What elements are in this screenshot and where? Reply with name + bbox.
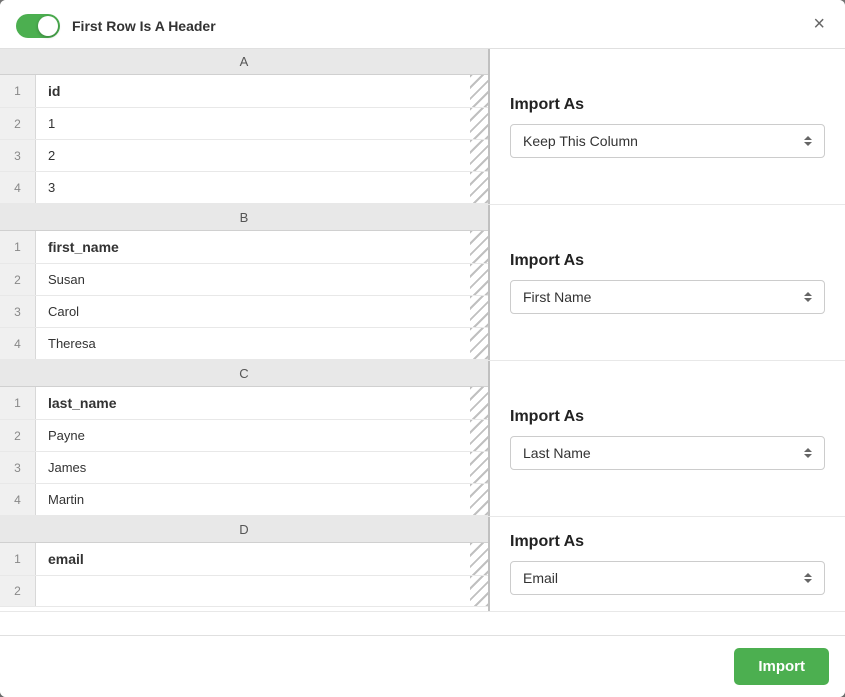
modal-body: A1id213243Import AsKeep This ColumnSkip … — [0, 49, 845, 635]
table-row: 2Susan — [0, 264, 488, 296]
import-side-C: Import As Keep This ColumnSkip This Colum… — [490, 361, 845, 516]
column-section-A: A1id213243Import AsKeep This ColumnSkip … — [0, 49, 845, 205]
import-select-D[interactable]: Keep This ColumnSkip This ColumnidFirst … — [510, 561, 825, 595]
zigzag-border — [470, 172, 488, 203]
cell-value: Martin — [36, 484, 470, 515]
table-row: 3James — [0, 452, 488, 484]
table-row: 1id — [0, 75, 488, 108]
table-row: 4Theresa — [0, 328, 488, 360]
zigzag-border — [470, 484, 488, 515]
zigzag-border — [470, 543, 488, 575]
zigzag-border — [470, 231, 488, 263]
table-row: 1first_name — [0, 231, 488, 264]
zigzag-border — [470, 108, 488, 139]
row-number: 2 — [0, 108, 36, 139]
zigzag-border — [470, 296, 488, 327]
import-as-label: Import As — [510, 96, 825, 114]
first-row-header-toggle[interactable] — [16, 14, 60, 38]
spreadsheet-col-C: C1last_name2Payne3James4Martin — [0, 361, 490, 516]
table-row: 32 — [0, 140, 488, 172]
spreadsheet-col-B: B1first_name2Susan3Carol4Theresa — [0, 205, 490, 360]
row-number: 2 — [0, 576, 36, 606]
import-select-C[interactable]: Keep This ColumnSkip This ColumnidFirst … — [510, 436, 825, 470]
row-number: 1 — [0, 543, 36, 575]
modal-header: First Row Is A Header × — [0, 0, 845, 49]
col-letter-C: C — [0, 361, 488, 387]
row-number: 4 — [0, 172, 36, 203]
spreadsheet-col-A: A1id213243 — [0, 49, 490, 204]
cell-value: Payne — [36, 420, 470, 451]
table-row: 43 — [0, 172, 488, 204]
zigzag-border — [470, 420, 488, 451]
zigzag-border — [470, 264, 488, 295]
row-number: 3 — [0, 452, 36, 483]
import-as-label: Import As — [510, 408, 825, 426]
row-number: 4 — [0, 484, 36, 515]
cell-value: Carol — [36, 296, 470, 327]
spreadsheet-col-D: D1email2 — [0, 517, 490, 611]
zigzag-border — [470, 387, 488, 419]
cell-value: id — [36, 75, 470, 107]
col-letter-B: B — [0, 205, 488, 231]
import-select-A[interactable]: Keep This ColumnSkip This ColumnidFirst … — [510, 124, 825, 158]
table-row: 2 — [0, 576, 488, 607]
row-number: 1 — [0, 231, 36, 263]
row-number: 3 — [0, 140, 36, 171]
table-row: 4Martin — [0, 484, 488, 516]
cell-value: 3 — [36, 172, 470, 203]
table-row: 1last_name — [0, 387, 488, 420]
zigzag-border — [470, 576, 488, 606]
table-row: 2Payne — [0, 420, 488, 452]
row-number: 3 — [0, 296, 36, 327]
row-number: 2 — [0, 420, 36, 451]
cell-value: 1 — [36, 108, 470, 139]
modal-overlay: First Row Is A Header × A1id213243Import… — [0, 0, 845, 697]
import-button[interactable]: Import — [734, 648, 829, 685]
import-select-B[interactable]: Keep This ColumnSkip This ColumnidFirst … — [510, 280, 825, 314]
cell-value: Theresa — [36, 328, 470, 359]
import-side-A: Import As Keep This ColumnSkip This Colum… — [490, 49, 845, 204]
cell-value: email — [36, 543, 470, 575]
table-row: 3Carol — [0, 296, 488, 328]
table-row: 1email — [0, 543, 488, 576]
modal-footer: Import — [0, 635, 845, 697]
import-modal: First Row Is A Header × A1id213243Import… — [0, 0, 845, 697]
import-side-D: Import As Keep This ColumnSkip This Colum… — [490, 517, 845, 611]
header-title: First Row Is A Header — [72, 18, 216, 34]
column-section-C: C1last_name2Payne3James4Martin Import As K… — [0, 361, 845, 517]
table-row: 21 — [0, 108, 488, 140]
cell-value — [36, 576, 470, 606]
cell-value: James — [36, 452, 470, 483]
cell-value: first_name — [36, 231, 470, 263]
zigzag-border — [470, 75, 488, 107]
close-button[interactable]: × — [807, 12, 831, 36]
zigzag-border — [470, 452, 488, 483]
zigzag-border — [470, 328, 488, 359]
row-number: 4 — [0, 328, 36, 359]
cell-value: last_name — [36, 387, 470, 419]
row-number: 1 — [0, 75, 36, 107]
row-number: 1 — [0, 387, 36, 419]
column-section-B: B1first_name2Susan3Carol4TheresaImport A… — [0, 205, 845, 361]
col-letter-A: A — [0, 49, 488, 75]
import-as-label: Import As — [510, 252, 825, 270]
import-as-label: Import As — [510, 533, 825, 551]
column-section-D: D1email2 Import As Keep This ColumnSkip Th… — [0, 517, 845, 612]
row-number: 2 — [0, 264, 36, 295]
cell-value: Susan — [36, 264, 470, 295]
col-letter-D: D — [0, 517, 488, 543]
cell-value: 2 — [36, 140, 470, 171]
zigzag-border — [470, 140, 488, 171]
import-side-B: Import As Keep This ColumnSkip This Colum… — [490, 205, 845, 360]
